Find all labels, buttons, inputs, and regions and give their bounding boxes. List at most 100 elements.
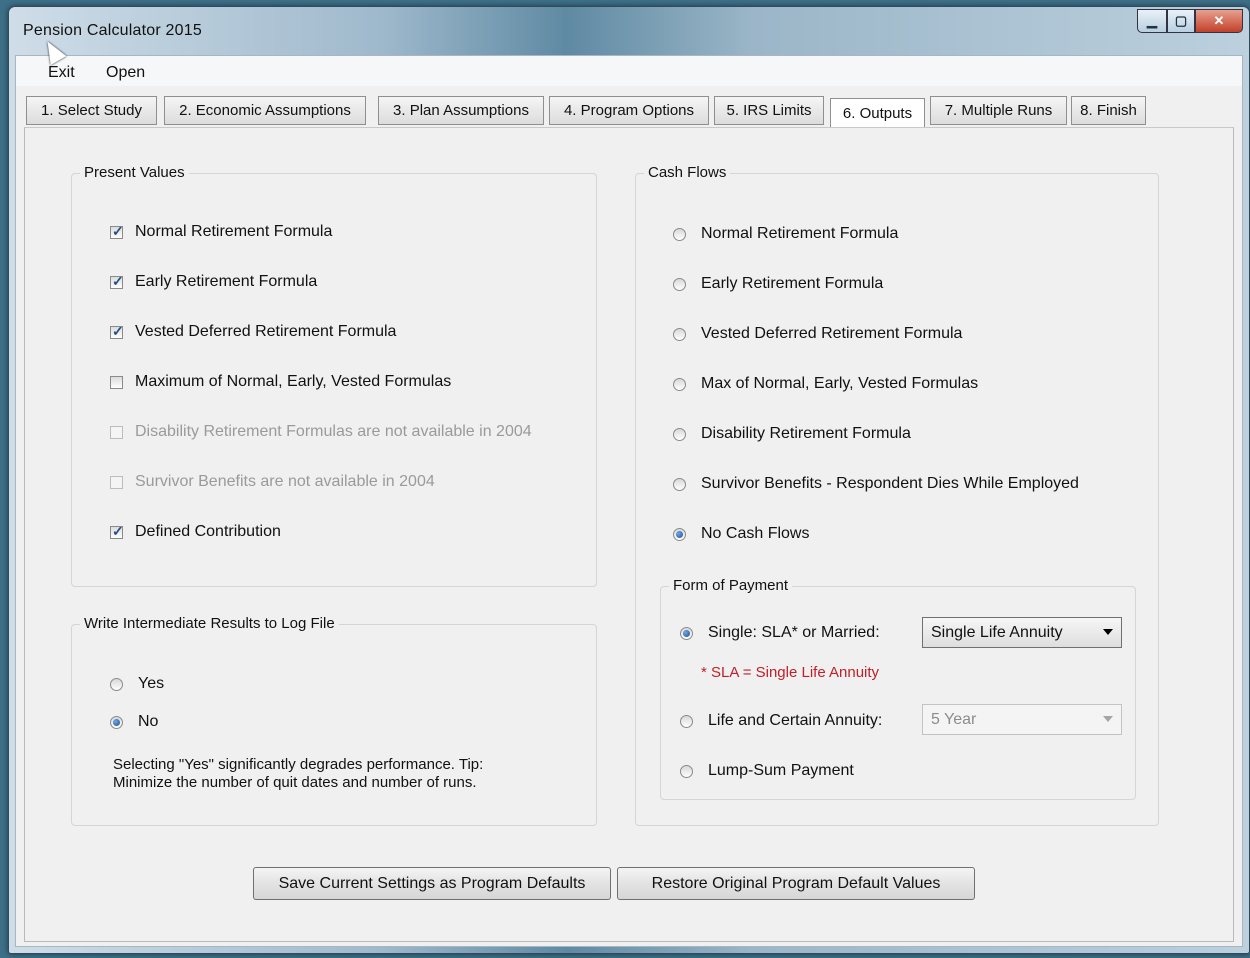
cash-flows-title: Cash Flows (644, 164, 731, 181)
single-annuity-select[interactable]: Single Life Annuity (922, 617, 1122, 648)
menu-bar: Exit Open (16, 56, 1242, 86)
radio-fop-life-certain[interactable]: Life and Certain Annuity: (680, 712, 882, 730)
radio-cf-max[interactable]: Max of Normal, Early, Vested Formulas (673, 375, 978, 393)
radio-label: No (138, 713, 159, 730)
radio-selected-icon[interactable] (110, 715, 123, 729)
checkbox-label: Defined Contribution (135, 523, 281, 540)
present-values-title: Present Values (80, 164, 189, 181)
radio-selected-icon[interactable] (673, 527, 686, 541)
radio-log-yes[interactable]: Yes (110, 675, 164, 693)
checkbox-unchecked-icon[interactable] (110, 375, 123, 389)
dropdown-arrow-icon (1103, 629, 1113, 635)
radio-label: Vested Deferred Retirement Formula (701, 325, 963, 342)
log-file-group: Write Intermediate Results to Log File Y… (71, 615, 597, 826)
tab-economic-assumptions[interactable]: 2. Economic Assumptions (164, 96, 366, 125)
radio-label: Survivor Benefits - Respondent Dies Whil… (701, 475, 1079, 492)
radio-cf-vested[interactable]: Vested Deferred Retirement Formula (673, 325, 962, 343)
dropdown-arrow-icon (1103, 716, 1113, 722)
checkbox-pv-defined-contribution[interactable]: Defined Contribution (110, 523, 281, 541)
radio-unselected-icon[interactable] (673, 277, 686, 291)
form-of-payment-group: Form of Payment Single: SLA* or Married:… (660, 577, 1136, 800)
checkbox-disabled-icon (110, 475, 123, 489)
radio-log-no[interactable]: No (110, 713, 158, 731)
radio-label: Lump-Sum Payment (708, 762, 854, 779)
checkbox-label: Early Retirement Formula (135, 273, 318, 290)
radio-unselected-icon[interactable] (680, 714, 693, 728)
restore-defaults-button[interactable]: Restore Original Program Default Values (617, 867, 975, 900)
life-certain-value: 5 Year (931, 710, 977, 728)
radio-fop-lump-sum[interactable]: Lump-Sum Payment (680, 762, 854, 780)
sla-note: * SLA = Single Life Annuity (701, 664, 880, 681)
checkbox-label: Normal Retirement Formula (135, 223, 333, 240)
log-note-line-2: Minimize the number of quit dates and nu… (113, 774, 477, 791)
radio-cf-disability[interactable]: Disability Retirement Formula (673, 425, 911, 443)
radio-label: No Cash Flows (701, 525, 810, 542)
checkbox-label: Maximum of Normal, Early, Vested Formula… (135, 373, 452, 390)
radio-unselected-icon[interactable] (673, 477, 686, 491)
tab-select-study[interactable]: 1. Select Study (26, 96, 157, 125)
tab-multiple-runs[interactable]: 7. Multiple Runs (930, 96, 1067, 125)
radio-label: Single: SLA* or Married: (708, 624, 880, 641)
close-icon: ✕ (1213, 13, 1225, 28)
radio-cf-early[interactable]: Early Retirement Formula (673, 275, 883, 293)
checkbox-checked-icon[interactable] (110, 523, 124, 540)
radio-cf-none[interactable]: No Cash Flows (673, 525, 809, 543)
checkbox-label: Survivor Benefits are not available in 2… (135, 473, 435, 490)
log-note-line-1: Selecting "Yes" significantly degrades p… (113, 756, 484, 773)
log-file-title: Write Intermediate Results to Log File (80, 615, 339, 632)
single-annuity-value: Single Life Annuity (931, 623, 1063, 641)
checkbox-disabled-icon (110, 425, 123, 439)
checkbox-checked-icon[interactable] (110, 323, 124, 340)
radio-label: Life and Certain Annuity: (708, 712, 883, 729)
radio-fop-single[interactable]: Single: SLA* or Married: (680, 624, 880, 642)
checkbox-pv-early[interactable]: Early Retirement Formula (110, 273, 317, 291)
minimize-button[interactable]: ▁ (1137, 9, 1167, 33)
radio-cf-survivor[interactable]: Survivor Benefits - Respondent Dies Whil… (673, 475, 1079, 493)
radio-unselected-icon[interactable] (673, 327, 686, 341)
tab-plan-assumptions[interactable]: 3. Plan Assumptions (378, 96, 544, 125)
checkbox-checked-icon[interactable] (110, 273, 124, 290)
tab-program-options[interactable]: 4. Program Options (549, 96, 709, 125)
app-window: Pension Calculator 2015 ▁ ▢ ✕ Exit Open … (8, 6, 1250, 954)
save-defaults-button[interactable]: Save Current Settings as Program Default… (253, 867, 611, 900)
checkbox-checked-icon[interactable] (110, 223, 124, 240)
life-certain-years-select: 5 Year (922, 704, 1122, 735)
radio-label: Normal Retirement Formula (701, 225, 899, 242)
radio-unselected-icon[interactable] (673, 377, 686, 391)
tab-irs-limits[interactable]: 5. IRS Limits (714, 96, 824, 125)
present-values-group: Present Values Normal Retirement Formula… (71, 164, 597, 587)
outputs-panel: Present Values Normal Retirement Formula… (24, 127, 1234, 942)
radio-label: Disability Retirement Formula (701, 425, 911, 442)
radio-unselected-icon[interactable] (680, 764, 693, 778)
checkbox-pv-maximum[interactable]: Maximum of Normal, Early, Vested Formula… (110, 373, 451, 391)
radio-selected-icon[interactable] (680, 626, 693, 640)
radio-unselected-icon[interactable] (110, 677, 123, 691)
maximize-icon: ▢ (1174, 13, 1188, 28)
menu-open[interactable]: Open (106, 64, 145, 82)
checkbox-pv-survivor: Survivor Benefits are not available in 2… (110, 473, 435, 491)
checkbox-pv-normal[interactable]: Normal Retirement Formula (110, 223, 332, 241)
client-area: Exit Open 1. Select Study 2. Economic As… (15, 55, 1243, 947)
radio-cf-normal[interactable]: Normal Retirement Formula (673, 225, 898, 243)
cash-flows-group: Cash Flows Normal Retirement Formula Ear… (635, 164, 1159, 826)
title-bar[interactable]: Pension Calculator 2015 ▁ ▢ ✕ (9, 7, 1249, 51)
tab-finish[interactable]: 8. Finish (1071, 96, 1146, 125)
tab-outputs[interactable]: 6. Outputs (830, 98, 925, 128)
maximize-button[interactable]: ▢ (1167, 9, 1195, 33)
form-of-payment-title: Form of Payment (669, 577, 793, 594)
menu-exit[interactable]: Exit (48, 64, 75, 82)
checkbox-label: Disability Retirement Formulas are not a… (135, 423, 532, 440)
close-button[interactable]: ✕ (1195, 9, 1243, 33)
radio-label: Early Retirement Formula (701, 275, 884, 292)
window-controls: ▁ ▢ ✕ (1137, 9, 1243, 33)
minimize-icon: ▁ (1147, 13, 1157, 28)
radio-unselected-icon[interactable] (673, 427, 686, 441)
checkbox-pv-vested[interactable]: Vested Deferred Retirement Formula (110, 323, 396, 341)
radio-label: Yes (138, 675, 165, 692)
radio-unselected-icon[interactable] (673, 227, 686, 241)
log-file-note: Selecting "Yes" significantly degrades p… (113, 756, 483, 792)
window-title: Pension Calculator 2015 (23, 22, 202, 39)
radio-label: Max of Normal, Early, Vested Formulas (701, 375, 979, 392)
checkbox-label: Vested Deferred Retirement Formula (135, 323, 397, 340)
checkbox-pv-disability: Disability Retirement Formulas are not a… (110, 423, 532, 441)
